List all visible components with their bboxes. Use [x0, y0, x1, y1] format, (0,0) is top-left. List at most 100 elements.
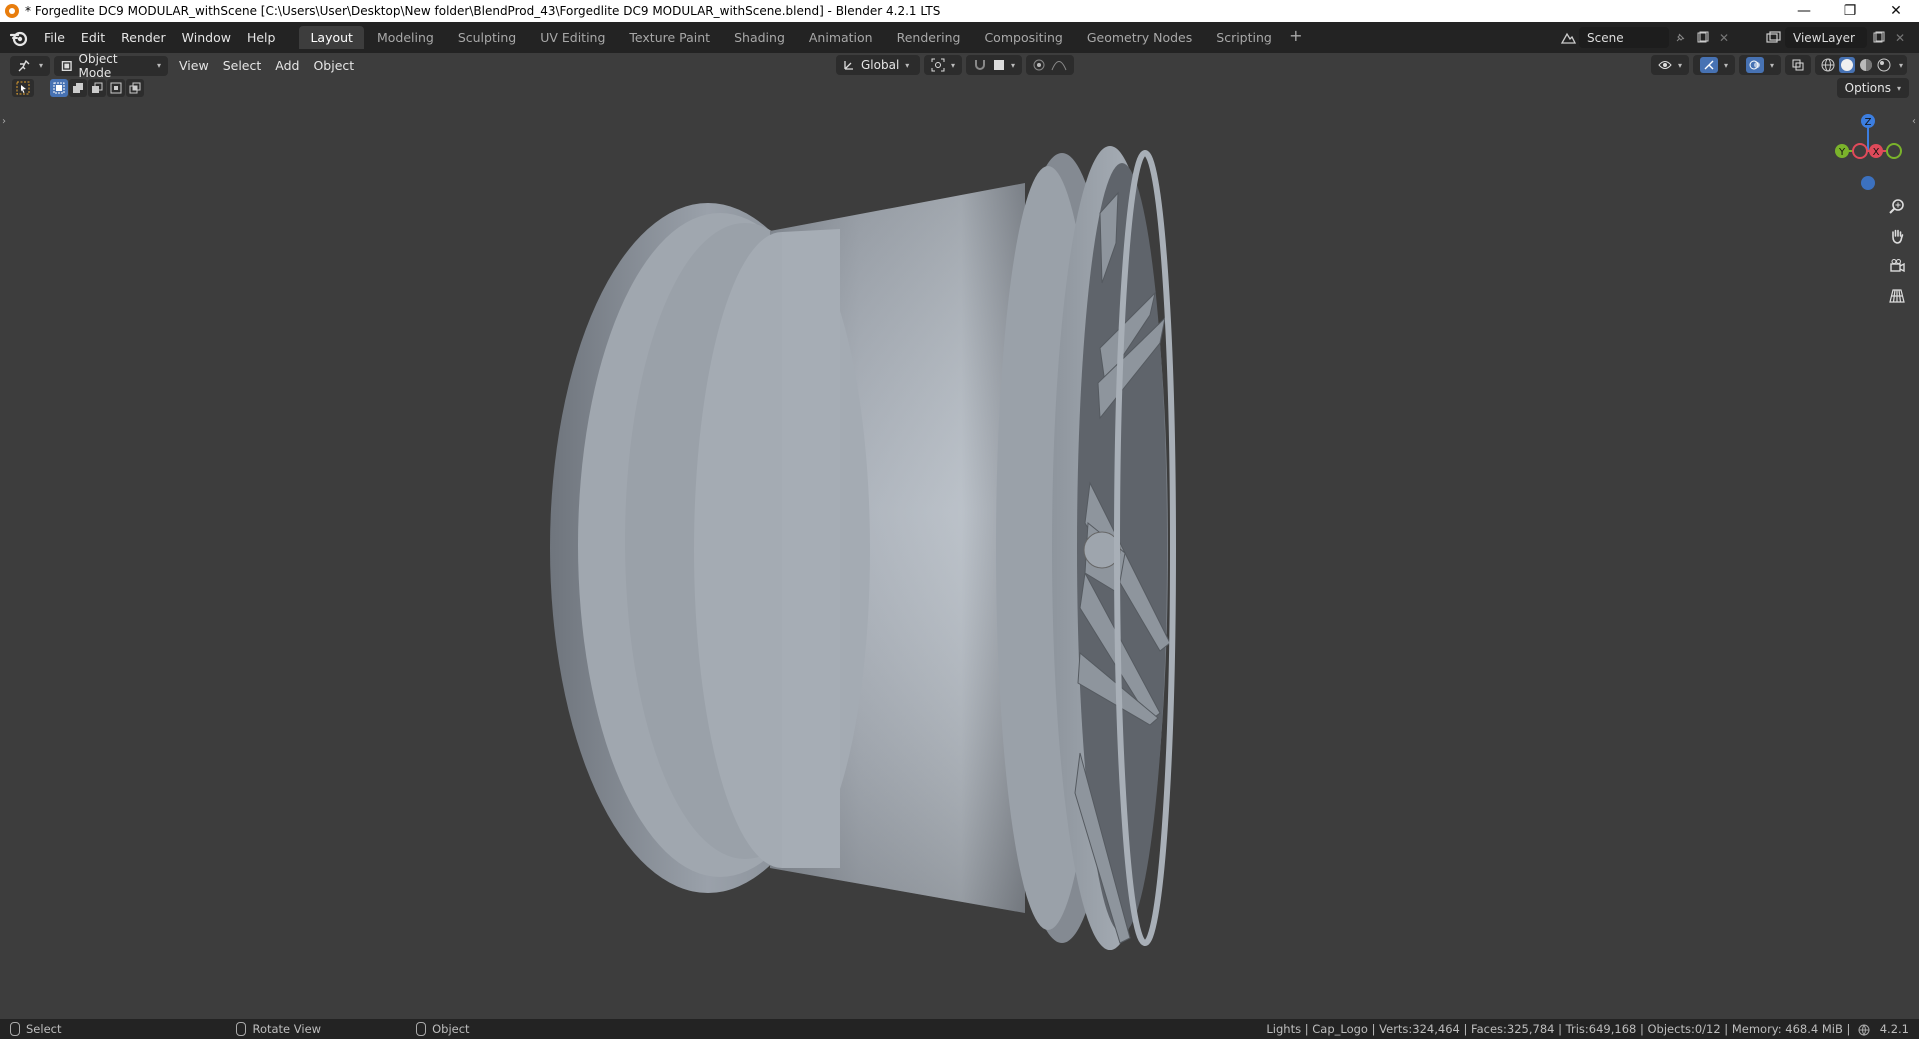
- menu-window[interactable]: Window: [174, 27, 239, 49]
- view-layer-name-field[interactable]: ViewLayer: [1785, 27, 1867, 48]
- object-mode-icon: [61, 60, 72, 71]
- transform-orientation-dropdown[interactable]: Global ▾: [836, 55, 920, 75]
- window-title: * Forgedlite DC9 MODULAR_withScene [C:\U…: [25, 4, 941, 18]
- tab-texture-paint[interactable]: Texture Paint: [618, 26, 721, 49]
- scene-name-field[interactable]: Scene: [1579, 27, 1669, 48]
- blender-version: 4.2.1: [1879, 1022, 1909, 1036]
- workspace-tabs: Layout Modeling Sculpting UV Editing Tex…: [299, 26, 1306, 49]
- editor-type-button[interactable]: ▾: [10, 55, 51, 76]
- zoom-icon[interactable]: [1884, 193, 1910, 219]
- status-hint-select-label: Select: [26, 1022, 62, 1036]
- rendered-shading-icon[interactable]: [1877, 58, 1891, 72]
- gizmo-toggle[interactable]: ▾: [1692, 55, 1735, 75]
- xray-icon: [1792, 59, 1804, 71]
- delete-scene-icon[interactable]: ✕: [1713, 27, 1735, 48]
- tab-modeling[interactable]: Modeling: [366, 26, 445, 49]
- scene-selector: Scene ✕: [1557, 26, 1735, 49]
- tab-geometry-nodes[interactable]: Geometry Nodes: [1076, 26, 1203, 49]
- window-title-bar: * Forgedlite DC9 MODULAR_withScene [C:\U…: [0, 0, 1919, 22]
- 3d-viewport[interactable]: Options ▾ Z Y X: [0, 53, 1919, 1019]
- selection-mode-invert-icon[interactable]: [107, 79, 125, 97]
- pivot-icon: [931, 58, 945, 72]
- tab-shading[interactable]: Shading: [723, 26, 796, 49]
- viewport-header: ▾ Object Mode ▾ View Select Add Object G…: [0, 52, 1919, 80]
- navigation-gizmo[interactable]: Z Y X: [1812, 110, 1902, 190]
- scene-name: Scene: [1587, 30, 1624, 45]
- scene-statistics: Lights | Cap_Logo | Verts:324,464 | Face…: [1266, 1019, 1909, 1039]
- options-dropdown[interactable]: Options ▾: [1836, 78, 1909, 98]
- magnet-icon: [975, 60, 986, 70]
- wheel-model[interactable]: [0, 53, 1919, 1019]
- status-hint-rotate-label: Rotate View: [252, 1022, 322, 1036]
- shading-mode-group: ▾: [1814, 55, 1907, 75]
- menu-view[interactable]: View: [172, 56, 216, 76]
- selection-mode-extend-icon[interactable]: [69, 79, 87, 97]
- right-mouse-icon: [416, 1022, 427, 1036]
- menu-file[interactable]: File: [36, 27, 73, 49]
- selection-mode-new-icon[interactable]: [50, 79, 68, 97]
- pivot-point-dropdown[interactable]: ▾: [924, 55, 963, 75]
- view-layer-selector: ViewLayer ✕: [1763, 26, 1911, 49]
- menu-select[interactable]: Select: [216, 56, 269, 76]
- menu-object[interactable]: Object: [306, 56, 361, 76]
- status-hint-object: Object: [416, 1022, 470, 1036]
- toolbar-expand-arrow-icon[interactable]: ›: [2, 116, 6, 127]
- perspective-grid-icon[interactable]: [1884, 283, 1910, 309]
- tab-animation[interactable]: Animation: [798, 26, 884, 49]
- tab-sculpting[interactable]: Sculpting: [447, 26, 527, 49]
- proportional-edit-icon: [1033, 59, 1045, 71]
- mode-dropdown[interactable]: Object Mode ▾: [54, 52, 169, 80]
- selection-mode-subtract-icon[interactable]: [88, 79, 106, 97]
- gizmo-neg-z-axis[interactable]: [1861, 176, 1875, 190]
- overlays-toggle[interactable]: ▾: [1738, 55, 1781, 75]
- scene-icon[interactable]: [1557, 27, 1579, 48]
- gizmo-icon: [1699, 57, 1718, 73]
- restore-button[interactable]: ❐: [1827, 0, 1873, 22]
- blender-logo-icon[interactable]: [9, 29, 28, 47]
- status-hint-rotate: Rotate View: [236, 1022, 321, 1036]
- snap-toggle[interactable]: ▾: [966, 55, 1023, 75]
- sidebar-expand-arrow-icon[interactable]: ‹: [1912, 116, 1916, 127]
- gizmo-neg-x-axis[interactable]: [1852, 143, 1868, 159]
- view-layer-name: ViewLayer: [1793, 30, 1855, 45]
- snap-target-icon: [994, 60, 1005, 70]
- menu-edit[interactable]: Edit: [73, 27, 113, 49]
- view-layer-icon[interactable]: [1763, 27, 1785, 48]
- tab-scripting[interactable]: Scripting: [1205, 26, 1283, 49]
- gizmo-neg-y-axis[interactable]: [1886, 143, 1902, 159]
- add-workspace-button[interactable]: +: [1285, 26, 1307, 49]
- tab-compositing[interactable]: Compositing: [973, 26, 1073, 49]
- status-bar: Select Rotate View Object Lights | Cap_L…: [0, 1019, 1919, 1039]
- solid-shading-icon[interactable]: [1838, 57, 1855, 73]
- orientation-icon: [844, 61, 853, 70]
- tab-layout[interactable]: Layout: [299, 26, 364, 49]
- tab-rendering[interactable]: Rendering: [886, 26, 972, 49]
- mode-label: Object Mode: [78, 51, 118, 80]
- select-tool-icon[interactable]: [12, 79, 34, 97]
- close-window-button[interactable]: ✕: [1873, 0, 1919, 22]
- wireframe-shading-icon[interactable]: [1821, 58, 1835, 72]
- pan-hand-icon[interactable]: [1884, 223, 1910, 249]
- tool-settings-row: [12, 78, 145, 98]
- selection-mode-intersect-icon[interactable]: [126, 79, 144, 97]
- options-label: Options: [1844, 81, 1891, 95]
- new-view-layer-icon[interactable]: [1867, 27, 1889, 48]
- new-scene-icon[interactable]: [1691, 27, 1713, 48]
- blender-app-icon: [5, 4, 19, 18]
- tab-uv-editing[interactable]: UV Editing: [529, 26, 616, 49]
- minimize-button[interactable]: —: [1781, 0, 1827, 22]
- delete-view-layer-icon[interactable]: ✕: [1889, 27, 1911, 48]
- xray-toggle[interactable]: [1784, 55, 1811, 75]
- top-bar: File Edit Render Window Help Layout Mode…: [0, 22, 1919, 53]
- menu-help[interactable]: Help: [239, 27, 284, 49]
- visibility-dropdown[interactable]: ▾: [1650, 55, 1689, 75]
- falloff-curve-icon: [1051, 61, 1067, 71]
- pin-icon[interactable]: [1669, 27, 1691, 48]
- menu-render[interactable]: Render: [113, 27, 174, 49]
- proportional-editing-toggle[interactable]: [1026, 55, 1075, 75]
- material-preview-icon[interactable]: [1859, 58, 1873, 72]
- overlays-icon: [1745, 57, 1764, 73]
- menu-add[interactable]: Add: [268, 56, 306, 76]
- status-hint-object-label: Object: [432, 1022, 470, 1036]
- camera-view-icon[interactable]: [1884, 253, 1910, 279]
